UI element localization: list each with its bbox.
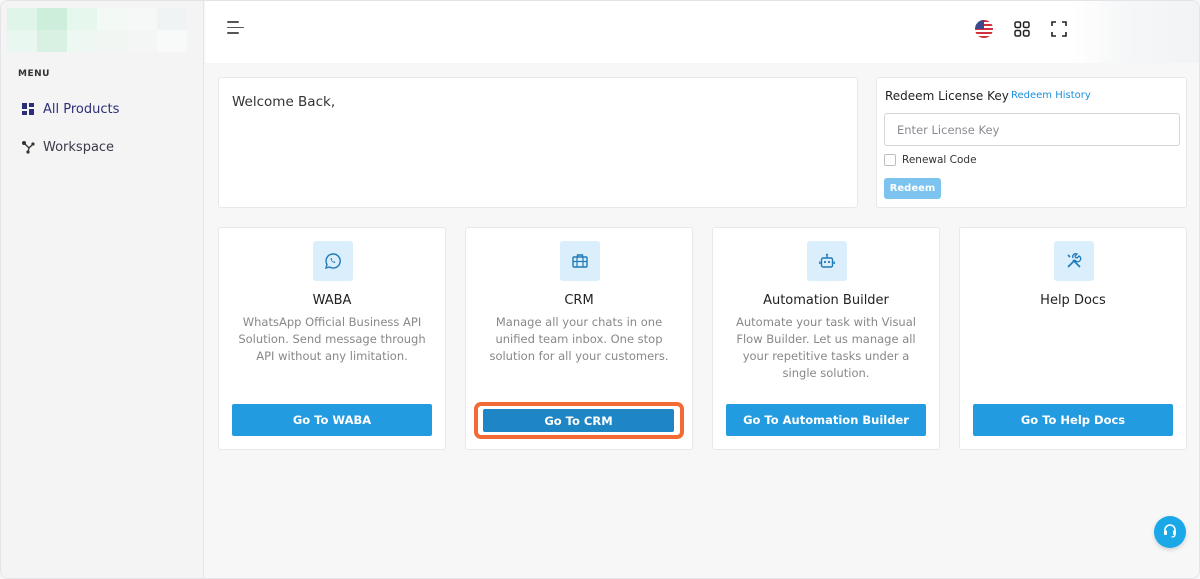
product-title: Automation Builder: [763, 293, 889, 308]
app-window: MENU All Products Workspace Welcome Back…: [0, 0, 1200, 579]
whatsapp-icon: [313, 241, 353, 281]
redeem-history-link[interactable]: Redeem History: [1011, 90, 1091, 101]
product-description: Automate your task with Visual Flow Buil…: [736, 315, 916, 380]
go-to-help-docs-button[interactable]: Go To Help Docs: [973, 404, 1173, 436]
go-to-automation-builder-button[interactable]: Go To Automation Builder: [726, 404, 926, 436]
us-flag-icon[interactable]: [975, 20, 993, 38]
go-to-waba-button[interactable]: Go To WABA: [232, 404, 432, 436]
sidebar-item-all-products[interactable]: All Products: [21, 99, 119, 119]
product-card-crm: CRM Manage all your chats in one unified…: [465, 227, 693, 450]
sidebar-item-label: All Products: [43, 101, 120, 117]
product-card-help-docs: Help Docs Go To Help Docs: [959, 227, 1187, 450]
menu-section-label: MENU: [18, 69, 50, 79]
sidebar: MENU All Products Workspace: [1, 1, 204, 578]
go-to-crm-button[interactable]: Go To CRM: [483, 409, 674, 432]
redeem-button[interactable]: Redeem: [884, 178, 941, 199]
headset-icon: [1162, 522, 1178, 542]
redeem-license-card: Redeem License Key Redeem History Renewa…: [876, 77, 1187, 208]
welcome-text: Welcome Back,: [232, 94, 336, 110]
apps-grid-icon[interactable]: [1013, 20, 1031, 38]
license-key-input[interactable]: [884, 113, 1180, 146]
grid-icon: [21, 102, 35, 116]
welcome-card: Welcome Back,: [218, 77, 858, 208]
renewal-code-label: Renewal Code: [902, 154, 977, 166]
hamburger-menu-icon[interactable]: [227, 21, 245, 37]
redeem-title: Redeem License Key: [885, 89, 1009, 103]
topbar: [205, 1, 1199, 63]
product-description: WhatsApp Official Business API Solution.…: [238, 315, 426, 363]
user-profile-area[interactable]: [1073, 1, 1199, 63]
product-title: Help Docs: [1040, 293, 1106, 308]
briefcase-icon: [560, 241, 600, 281]
robot-icon: [807, 241, 847, 281]
product-card-waba: WABA WhatsApp Official Business API Solu…: [218, 227, 446, 450]
sidebar-item-label: Workspace: [43, 139, 115, 155]
sidebar-item-workspace[interactable]: Workspace: [21, 137, 114, 157]
product-title: CRM: [564, 293, 594, 308]
logo[interactable]: [7, 8, 187, 52]
support-chat-button[interactable]: [1154, 516, 1186, 548]
product-description: Manage all your chats in one unified tea…: [489, 315, 669, 363]
product-title: WABA: [312, 293, 352, 308]
fullscreen-icon[interactable]: [1050, 20, 1068, 38]
tools-icon: [1054, 241, 1094, 281]
nodes-icon: [21, 140, 35, 154]
renewal-code-checkbox[interactable]: [884, 154, 896, 166]
product-card-automation-builder: Automation Builder Automate your task wi…: [712, 227, 940, 450]
